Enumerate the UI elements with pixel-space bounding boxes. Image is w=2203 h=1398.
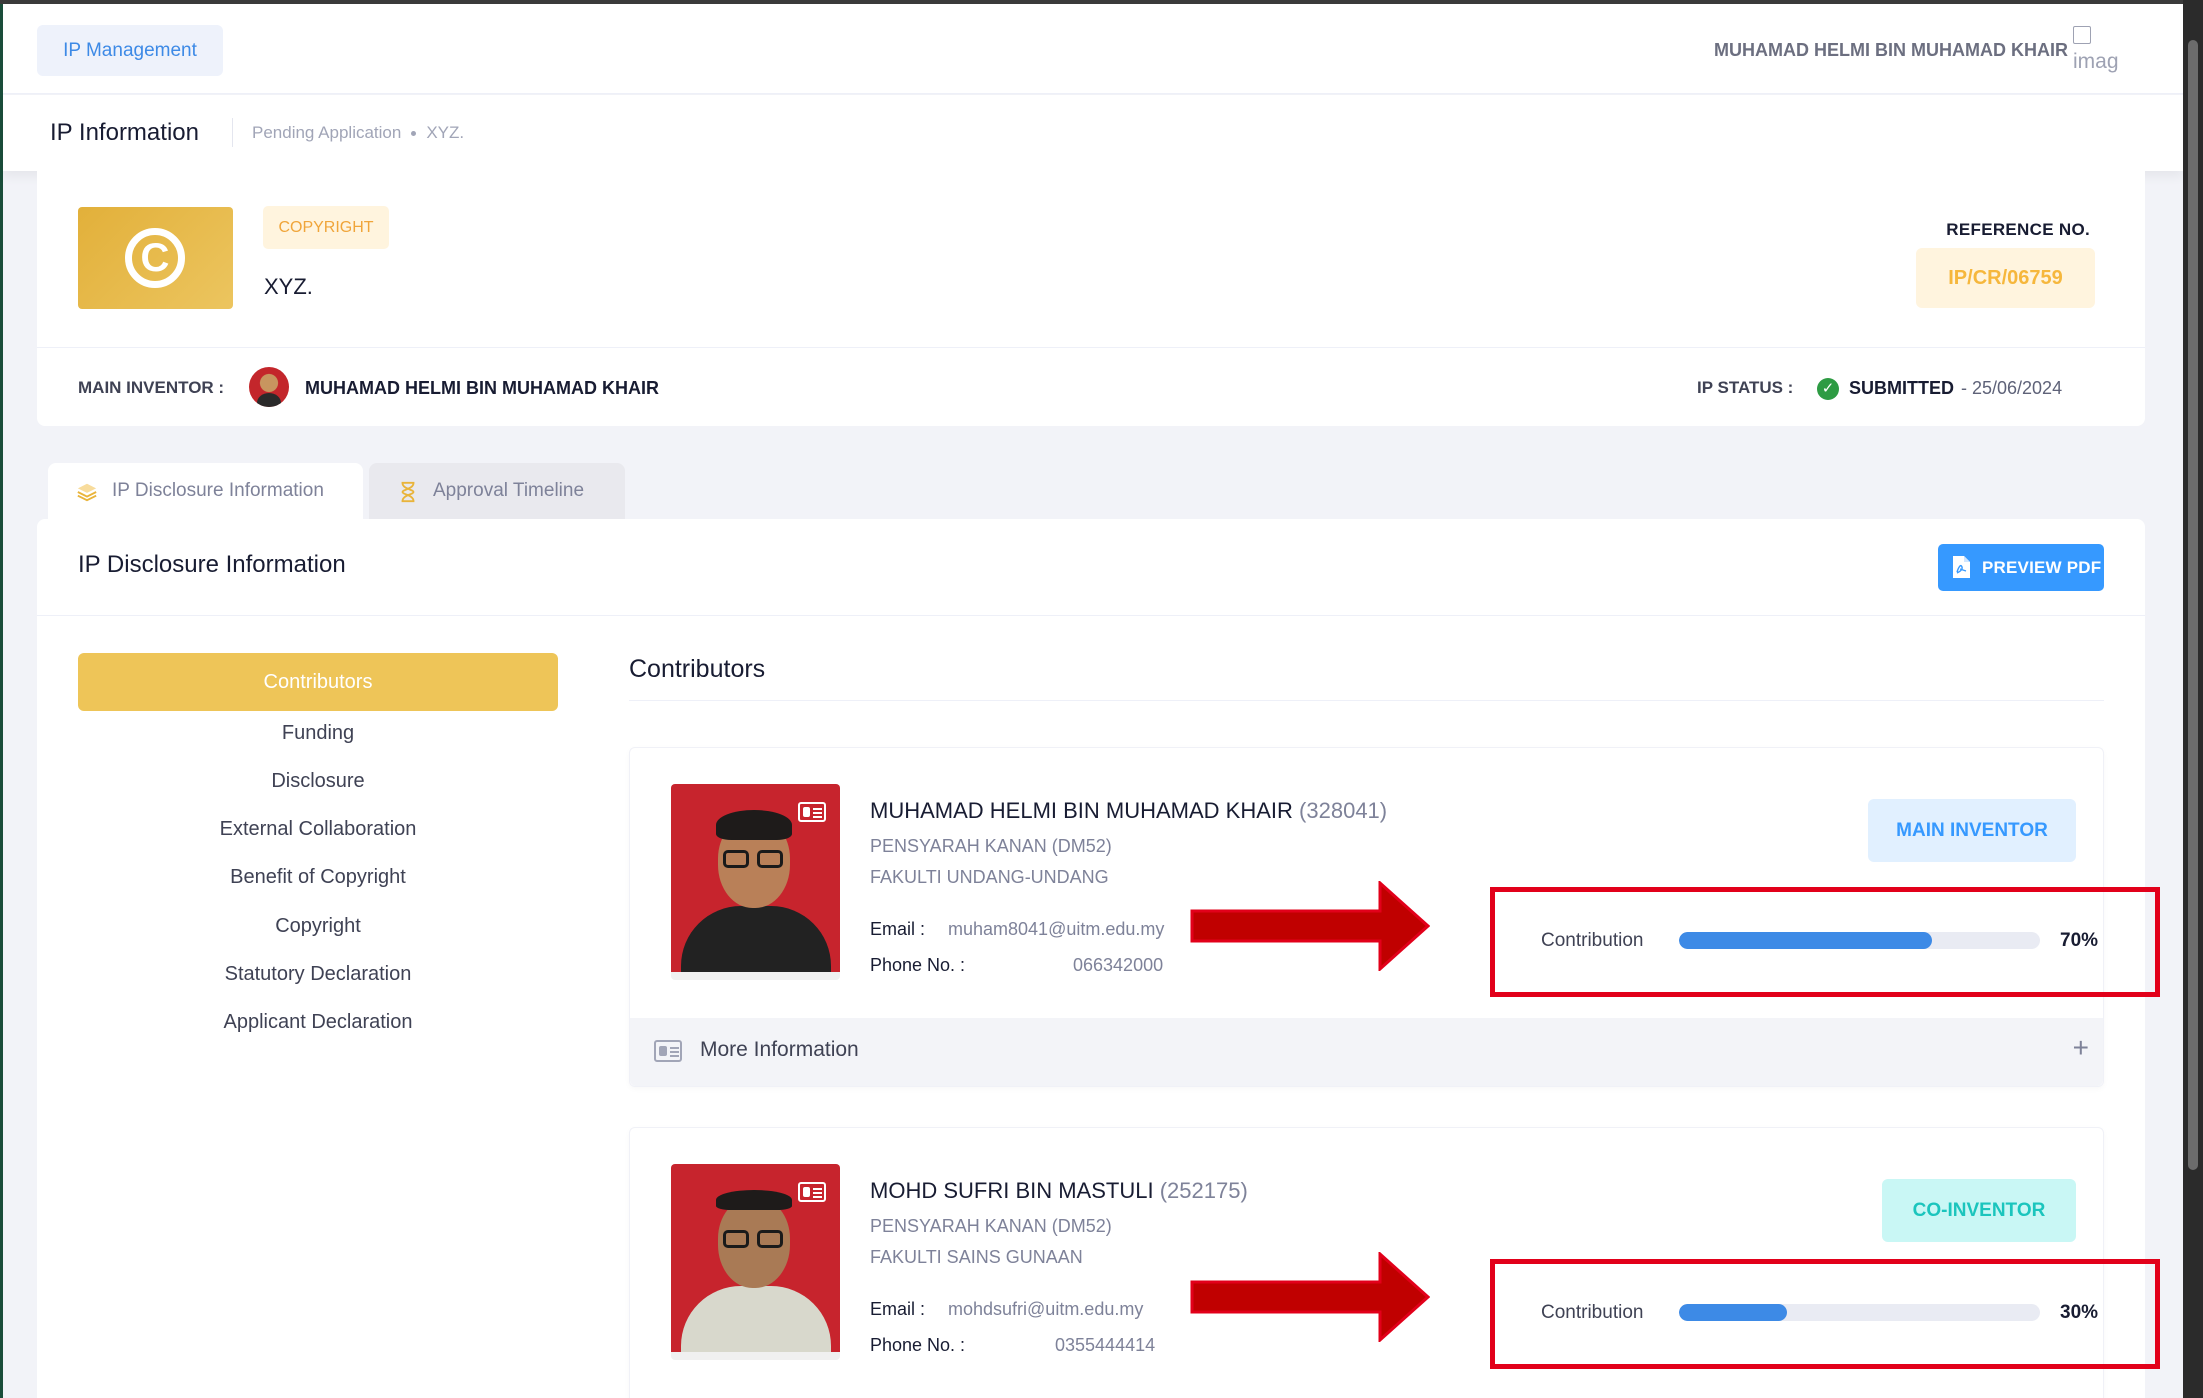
contribution-percent: 30%	[2060, 1302, 2099, 1323]
section-title: IP Disclosure Information	[78, 551, 346, 578]
staff-number: (328041)	[1299, 798, 1388, 823]
breadcrumb-dot	[411, 131, 417, 137]
role-badge: MAIN INVENTOR	[1868, 799, 2076, 862]
contributor-phone: 066342000	[1073, 955, 1164, 975]
hourglass-icon	[401, 481, 415, 503]
breadcrumb: Pending Application XYZ.	[252, 123, 464, 143]
contributor-photo	[671, 784, 840, 980]
contributor-faculty: FAKULTI SAINS GUNAAN	[870, 1247, 1083, 1267]
nav-item-disclosure[interactable]: Disclosure	[78, 761, 558, 801]
more-information-accordion[interactable]: More Information +	[630, 1018, 2103, 1086]
role-badge: CO-INVENTOR	[1882, 1179, 2076, 1242]
ip-disclosure-card: IP Disclosure Information PREVIEW PDF Co…	[37, 519, 2160, 1398]
section-divider	[37, 615, 2145, 616]
subheader-separator	[232, 118, 233, 147]
red-arrow-annotation	[1190, 1252, 1430, 1342]
phone-label: Phone No. :	[870, 955, 966, 975]
contributors-title: Contributors	[629, 655, 766, 683]
contributor-phone: 0355444414	[1055, 1335, 1156, 1355]
tab-approval-timeline[interactable]: Approval Timeline	[369, 463, 625, 519]
breadcrumb-item-pending[interactable]: Pending Application	[252, 123, 401, 142]
contributor-photo	[671, 1164, 840, 1360]
user-image-alt-text: imag	[2073, 50, 2119, 73]
nav-item-funding[interactable]: Funding	[78, 713, 558, 753]
id-card-icon	[798, 1182, 826, 1202]
tab-label: Approval Timeline	[433, 480, 585, 501]
subheader: IP Information Pending Application XYZ.	[3, 95, 2183, 171]
main-inventor-name: MUHAMAD HELMI BIN MUHAMAD KHAIR	[305, 378, 659, 398]
ip-status-label: IP STATUS :	[1697, 378, 1794, 397]
contribution-bar	[1679, 932, 2040, 949]
reference-label: REFERENCE NO.	[1946, 220, 2090, 239]
contributor-email[interactable]: muham8041@uitm.edu.my	[948, 919, 1164, 940]
contribution-bar	[1679, 1304, 2040, 1321]
window-left-border	[0, 4, 3, 1398]
contributor-name: MOHD SUFRI BIN MASTULI (252175)	[870, 1178, 1248, 1203]
top-header: IP Management MUHAMAD HELMI BIN MUHAMAD …	[3, 4, 2183, 94]
id-card-icon	[654, 1040, 682, 1062]
contribution-highlight: Contribution 70%	[1490, 887, 2160, 997]
red-arrow-annotation	[1190, 881, 1430, 971]
contributor-faculty: FAKULTI UNDANG-UNDANG	[870, 867, 1109, 887]
nav-item-external-collaboration[interactable]: External Collaboration	[78, 809, 558, 849]
contribution-highlight: Contribution 30%	[1490, 1259, 2160, 1369]
nav-item-statutory-declaration[interactable]: Statutory Declaration	[78, 954, 558, 994]
check-circle-icon: ✓	[1817, 378, 1839, 400]
ip-status-value: SUBMITTED	[1849, 378, 1954, 398]
email-label: Email :	[870, 1299, 926, 1319]
tab-ip-disclosure[interactable]: IP Disclosure Information	[48, 463, 363, 519]
contributor-email[interactable]: mohdsufri@uitm.edu.my	[948, 1299, 1143, 1320]
contribution-label: Contribution	[1541, 1302, 1644, 1323]
main-inventor-avatar	[249, 367, 289, 407]
page-title: IP Information	[50, 119, 199, 146]
id-card-icon	[798, 802, 826, 822]
main-inventor-label: MAIN INVENTOR :	[78, 378, 225, 397]
summary-divider	[37, 347, 2145, 348]
contribution-bar-fill	[1679, 1304, 1788, 1321]
contributor-position: PENSYARAH KANAN (DM52)	[870, 836, 1112, 856]
more-information-label: More Information	[700, 1038, 859, 1061]
page-scrollbar[interactable]	[2183, 0, 2203, 1398]
pdf-file-icon	[1953, 556, 1970, 578]
preview-pdf-button[interactable]: PREVIEW PDF	[1938, 544, 2104, 591]
ip-status-date: - 25/06/2024	[1961, 378, 2063, 398]
staff-number: (252175)	[1159, 1178, 1248, 1203]
contribution-percent: 70%	[2060, 930, 2099, 951]
tab-label: IP Disclosure Information	[112, 480, 324, 501]
broken-image-icon	[2073, 26, 2091, 44]
contributor-position: PENSYARAH KANAN (DM52)	[870, 1216, 1112, 1236]
user-avatar[interactable]: imag	[2073, 26, 2123, 76]
nav-item-benefit-of-copyright[interactable]: Benefit of Copyright	[78, 857, 558, 897]
ip-type-badge: COPYRIGHT	[263, 206, 389, 249]
copyright-icon: C	[125, 228, 185, 288]
contributor-card: MOHD SUFRI BIN MASTULI (252175) PENSYARA…	[629, 1127, 2160, 1398]
ip-summary-card: C COPYRIGHT XYZ. REFERENCE NO. IP/CR/067…	[37, 171, 2145, 426]
email-label: Email :	[870, 919, 926, 939]
scrollbar-thumb[interactable]	[2188, 40, 2198, 1170]
contributor-name: MUHAMAD HELMI BIN MUHAMAD KHAIR (328041)	[870, 798, 1388, 823]
contributors-divider	[629, 700, 2104, 701]
nav-item-copyright[interactable]: Copyright	[78, 906, 558, 946]
breadcrumb-item-current: XYZ.	[426, 123, 465, 142]
contributor-card: MUHAMAD HELMI BIN MUHAMAD KHAIR (328041)…	[629, 747, 2160, 1087]
copyright-tile: C	[78, 207, 233, 309]
ip-title: XYZ.	[264, 274, 313, 299]
ip-management-button[interactable]: IP Management	[37, 25, 223, 76]
contribution-bar-fill	[1679, 932, 1932, 949]
layers-icon	[77, 483, 97, 502]
user-name[interactable]: MUHAMAD HELMI BIN MUHAMAD KHAIR	[1714, 40, 2068, 61]
nav-item-contributors[interactable]: Contributors	[78, 653, 558, 711]
nav-item-applicant-declaration[interactable]: Applicant Declaration	[78, 1002, 558, 1042]
preview-pdf-label: PREVIEW PDF	[1982, 558, 2102, 577]
reference-number: IP/CR/06759	[1916, 248, 2095, 308]
plus-icon[interactable]: +	[2073, 1032, 2089, 1064]
phone-label: Phone No. :	[870, 1335, 966, 1355]
contribution-label: Contribution	[1541, 930, 1644, 951]
